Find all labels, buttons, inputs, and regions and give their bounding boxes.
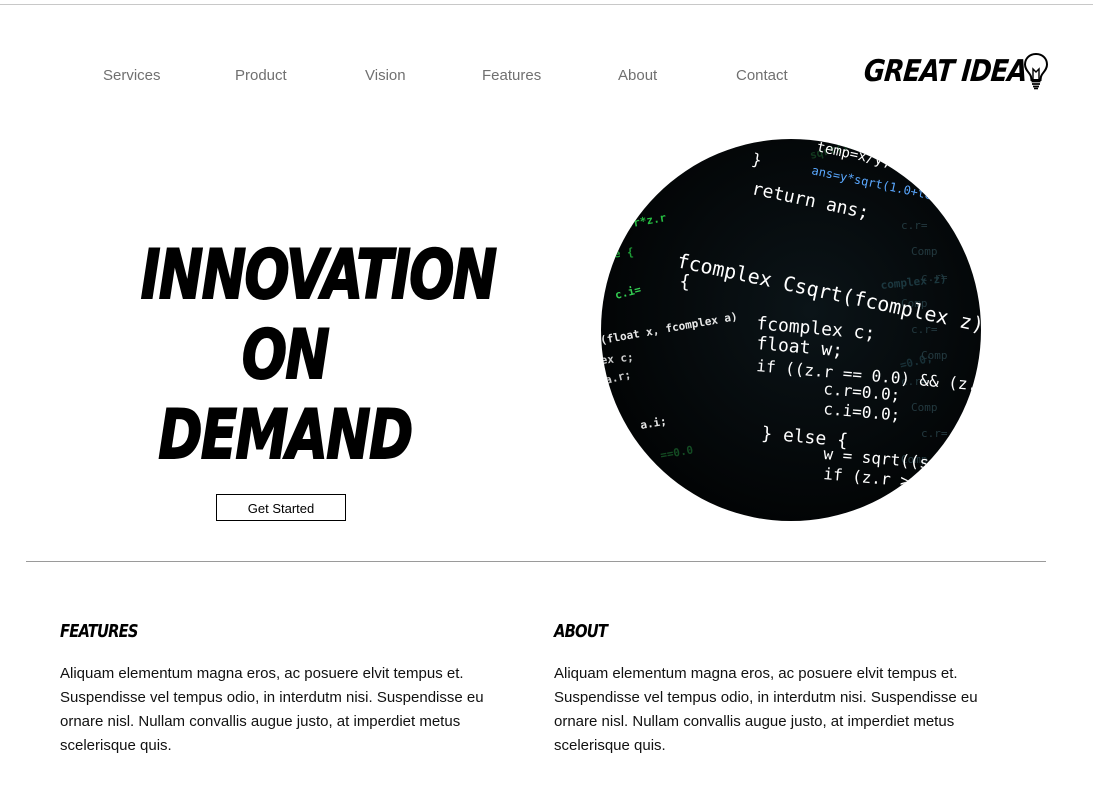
logo-text: GREAT IDEA xyxy=(862,53,1029,89)
hero-title-line: ON xyxy=(241,315,330,396)
nav-link-product[interactable]: Product xyxy=(235,67,287,84)
code-noise: c.r= xyxy=(921,271,948,284)
nav-link-vision[interactable]: Vision xyxy=(365,67,406,84)
hero-title-line: INNOVATION xyxy=(140,235,498,316)
section-divider xyxy=(26,561,1046,562)
nav-link-services[interactable]: Services xyxy=(103,67,161,84)
nav-link-features[interactable]: Features xyxy=(482,67,541,84)
about-section: ABOUT Aliquam elementum magna eros, ac p… xyxy=(554,620,994,758)
code-line: { xyxy=(679,271,692,293)
landing-page: Services Product Vision Features About C… xyxy=(0,0,1093,801)
hero-title: INNOVATION ON DEMAND xyxy=(140,235,498,476)
top-divider xyxy=(0,4,1093,5)
features-heading: FEATURES xyxy=(60,621,139,642)
lightbulb-icon xyxy=(1023,52,1049,90)
nav-link-about[interactable]: About xyxy=(618,67,657,84)
code-noise: Comp xyxy=(911,245,938,258)
code-noise: c.r= xyxy=(901,219,928,232)
get-started-button[interactable]: Get Started xyxy=(216,494,346,521)
nav-link-contact[interactable]: Contact xyxy=(736,67,788,84)
code-image: sqrt((z.rx.r*z.rele {c.i=(float x, fcomp… xyxy=(601,139,981,521)
about-text: Aliquam elementum magna eros, ac posuere… xyxy=(554,665,978,754)
features-section: FEATURES Aliquam elementum magna eros, a… xyxy=(60,620,500,758)
code-noise: c.r= xyxy=(921,427,948,440)
site-logo[interactable]: GREAT IDEA xyxy=(862,50,1053,92)
about-heading: ABOUT xyxy=(554,621,608,642)
features-text: Aliquam elementum magna eros, ac posuere… xyxy=(60,665,484,754)
code-noise: Comp xyxy=(921,349,948,362)
code-noise: Comp xyxy=(911,401,938,414)
hero-title-line: DEMAND xyxy=(158,395,414,476)
